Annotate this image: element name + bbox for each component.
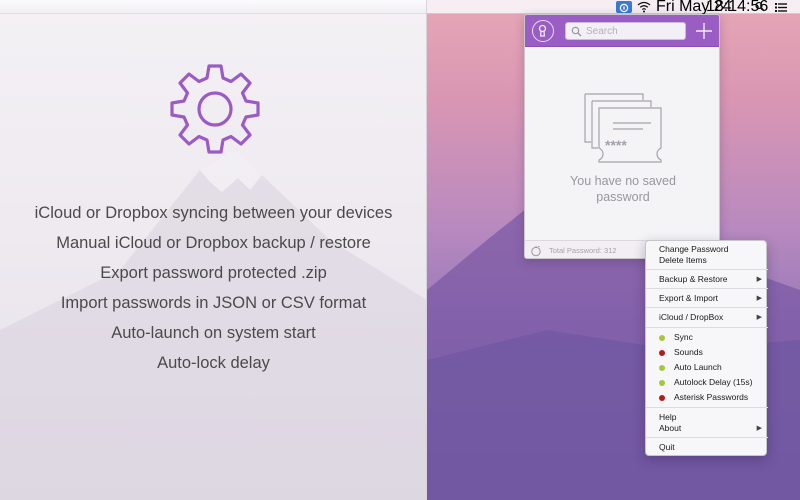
menu-toggle-sync[interactable]: Sync (646, 332, 768, 343)
feature-list: iCloud or Dropbox syncing between your d… (0, 198, 426, 378)
empty-state-message: You have no saved password (525, 173, 719, 205)
empty-message-line: password (596, 190, 650, 204)
gear-icon (169, 63, 261, 155)
popover-header (525, 15, 719, 47)
menu-separator (646, 407, 768, 408)
menu-item-delete-items[interactable]: Delete Items (646, 255, 768, 266)
submenu-arrow-icon: ▶ (756, 425, 762, 432)
submenu-arrow-icon: ▶ (756, 314, 762, 321)
menu-item-label: Sounds (674, 347, 703, 357)
feature-item: iCloud or Dropbox syncing between your d… (34, 204, 393, 222)
lock-button[interactable] (532, 20, 554, 42)
menu-item-help[interactable]: Help (646, 412, 768, 423)
empty-message-line: You have no saved (570, 174, 676, 188)
submenu-arrow-icon: ▶ (756, 295, 762, 302)
menu-item-export-import[interactable]: Export & Import ▶ (646, 293, 768, 304)
menu-item-icloud-dropbox[interactable]: iCloud / DropBox ▶ (646, 312, 768, 323)
search-icon (571, 26, 582, 37)
status-dot-icon (659, 365, 665, 371)
svg-text:****: **** (605, 137, 627, 153)
status-dot-icon (659, 335, 665, 341)
settings-context-menu: Change Password Delete Items Backup & Re… (645, 240, 768, 456)
menu-separator (646, 437, 768, 438)
feature-item: Export password protected .zip (100, 264, 327, 282)
menu-item-label: Export & Import (659, 293, 719, 303)
menu-item-label: About (659, 423, 682, 433)
menu-separator (646, 288, 768, 289)
status-dot-icon (659, 380, 665, 386)
plus-icon (696, 23, 712, 39)
menu-item-label: Asterisk Passwords (674, 392, 749, 402)
menu-toggle-asterisk-passwords[interactable]: Asterisk Passwords (646, 392, 768, 403)
search-input[interactable] (565, 22, 686, 40)
menu-item-label: Autolock Delay (15s) (674, 377, 753, 387)
menu-toggle-sounds[interactable]: Sounds (646, 347, 768, 358)
spotlight-icon[interactable] (755, 0, 765, 14)
menu-item-change-password[interactable]: Change Password (646, 244, 768, 255)
menu-item-about[interactable]: About ▶ (646, 423, 768, 434)
wifi-icon[interactable] (637, 0, 651, 14)
status-dot-icon (659, 350, 665, 356)
feature-item: Auto-launch on system start (111, 324, 316, 342)
menu-item-label: iCloud / DropBox (659, 312, 724, 322)
password-popover: **** You have no saved password Total Pa… (524, 14, 720, 259)
feature-item: Auto-lock delay (157, 354, 270, 372)
settings-menu-icon[interactable] (530, 245, 542, 257)
menu-toggle-auto-launch[interactable]: Auto Launch (646, 362, 768, 373)
menu-item-label: Backup & Restore (659, 274, 728, 284)
status-dot-icon (659, 395, 665, 401)
menu-separator (646, 269, 768, 270)
total-password-count: Total Password: 312 (549, 246, 617, 255)
submenu-arrow-icon: ▶ (756, 276, 762, 283)
menu-toggle-autolock-delay[interactable]: Autolock Delay (15s) (646, 377, 768, 388)
menu-item-label: Auto Launch (674, 362, 722, 372)
menu-item-backup-restore[interactable]: Backup & Restore ▶ (646, 274, 768, 285)
app-menubar-icon[interactable] (616, 1, 632, 13)
password-card-icon: **** (584, 93, 662, 163)
menu-separator (646, 327, 768, 328)
menu-separator (646, 307, 768, 308)
feature-item: Manual iCloud or Dropbox backup / restor… (56, 234, 371, 252)
menu-item-label: Sync (674, 332, 693, 342)
menu-item-quit[interactable]: Quit (646, 442, 768, 453)
promo-panel: iCloud or Dropbox syncing between your d… (0, 0, 427, 500)
notification-center-icon[interactable] (775, 0, 787, 14)
add-password-button[interactable] (693, 20, 715, 42)
keyhole-icon (538, 24, 547, 37)
feature-item: Import passwords in JSON or CSV format (60, 294, 367, 312)
